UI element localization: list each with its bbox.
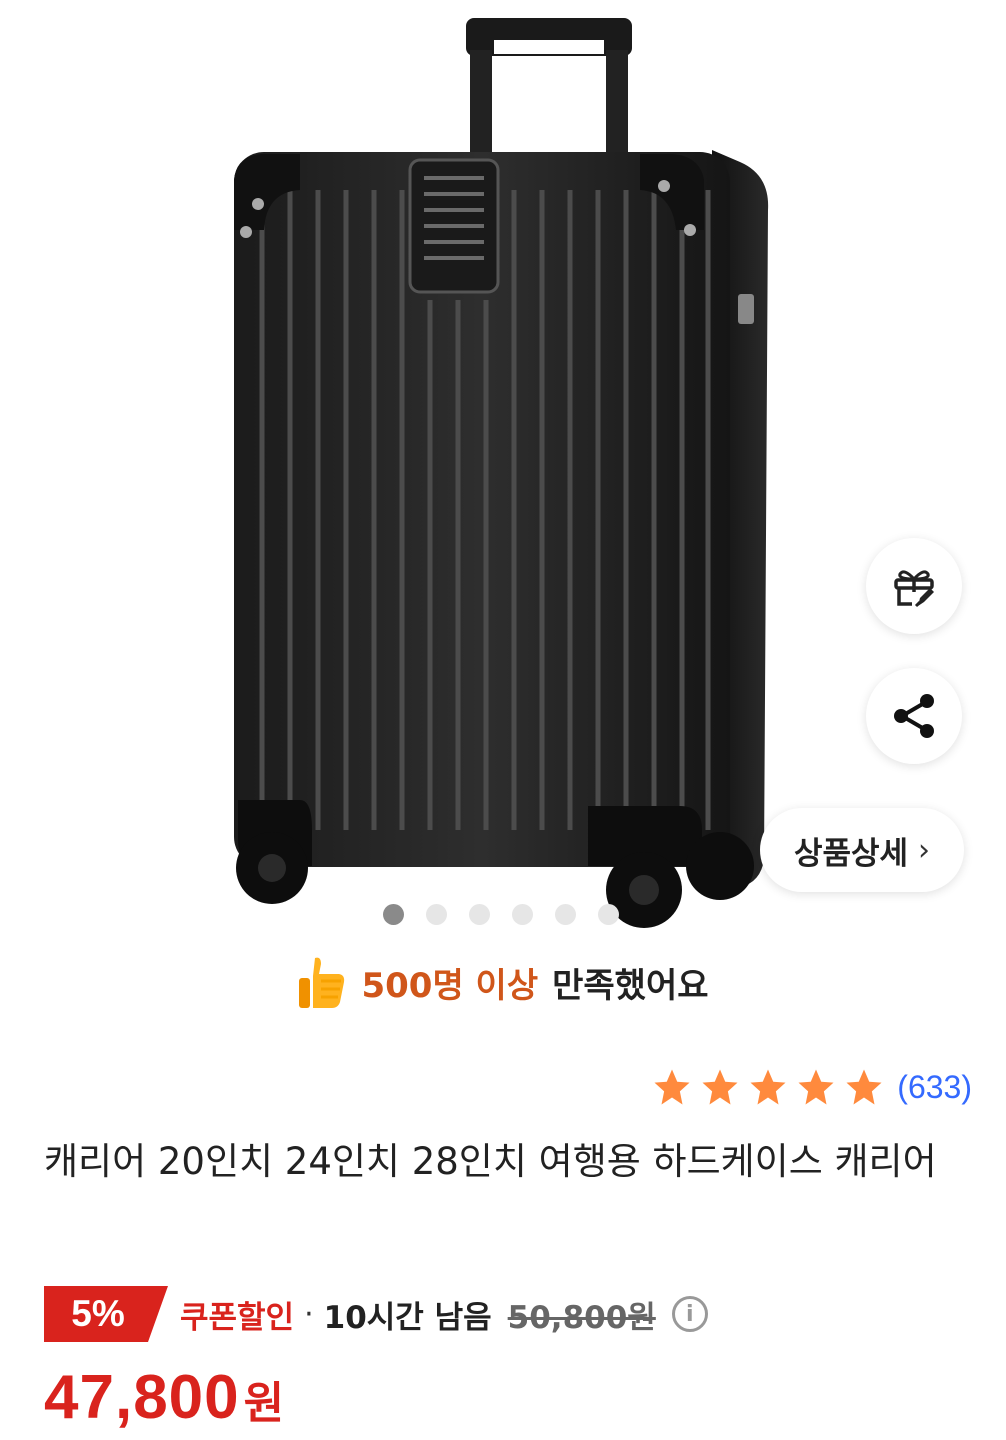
carousel-dot[interactable]	[598, 904, 619, 925]
product-detail-label: 상품상세	[793, 835, 909, 872]
time-remaining: 10시간 남음	[323, 1299, 492, 1336]
product-title: 캐리어 20인치 24인치 28인치 여행용 하드케이스 캐리어	[44, 1140, 937, 1183]
carousel-dot[interactable]	[512, 904, 533, 925]
original-price: 50,800원	[507, 1299, 656, 1336]
gift-button[interactable]	[866, 538, 962, 634]
star-icon	[654, 1069, 690, 1105]
product-detail-button[interactable]: 상품상세 ›	[760, 808, 964, 892]
info-icon[interactable]: i	[671, 1296, 708, 1332]
carousel-dot[interactable]	[383, 904, 404, 925]
final-price: 47,800 원	[44, 1362, 284, 1433]
review-count-link[interactable]: (633)	[897, 1069, 972, 1106]
price-meta-row: 5% 쿠폰할인 · 10시간 남음 50,800원 i	[44, 1286, 708, 1342]
carousel-indicators	[383, 904, 619, 925]
final-price-number: 47,800	[44, 1363, 240, 1432]
chevron-right-icon: ›	[918, 832, 931, 868]
discount-rate: 5%	[71, 1293, 125, 1334]
carousel-dot[interactable]	[426, 904, 447, 925]
coupon-discount-label: 쿠폰할인	[180, 1299, 295, 1336]
product-image-carousel[interactable]: 상품상세 ›	[0, 0, 1006, 935]
satisfaction-highlight: 500명 이상	[361, 965, 539, 1006]
suitcase-image	[234, 18, 769, 928]
rating-row[interactable]: (633)	[651, 1066, 972, 1108]
separator-dot: ·	[304, 1296, 314, 1332]
discount-badge: 5%	[44, 1286, 168, 1342]
carousel-dot[interactable]	[555, 904, 576, 925]
share-icon	[894, 694, 934, 738]
star-icon	[798, 1069, 834, 1105]
satisfaction-text: 만족했어요	[552, 965, 709, 1006]
thumbs-up-icon	[299, 957, 345, 1008]
star-rating	[651, 1066, 885, 1108]
final-price-unit: 원	[243, 1378, 285, 1429]
star-icon	[702, 1069, 738, 1105]
satisfaction-banner: 500명 이상 만족했어요	[0, 950, 1006, 1014]
share-button[interactable]	[866, 668, 962, 764]
gift-rocket-icon	[894, 570, 934, 608]
star-icon	[846, 1069, 882, 1105]
star-icon	[750, 1069, 786, 1105]
carousel-dot[interactable]	[469, 904, 490, 925]
